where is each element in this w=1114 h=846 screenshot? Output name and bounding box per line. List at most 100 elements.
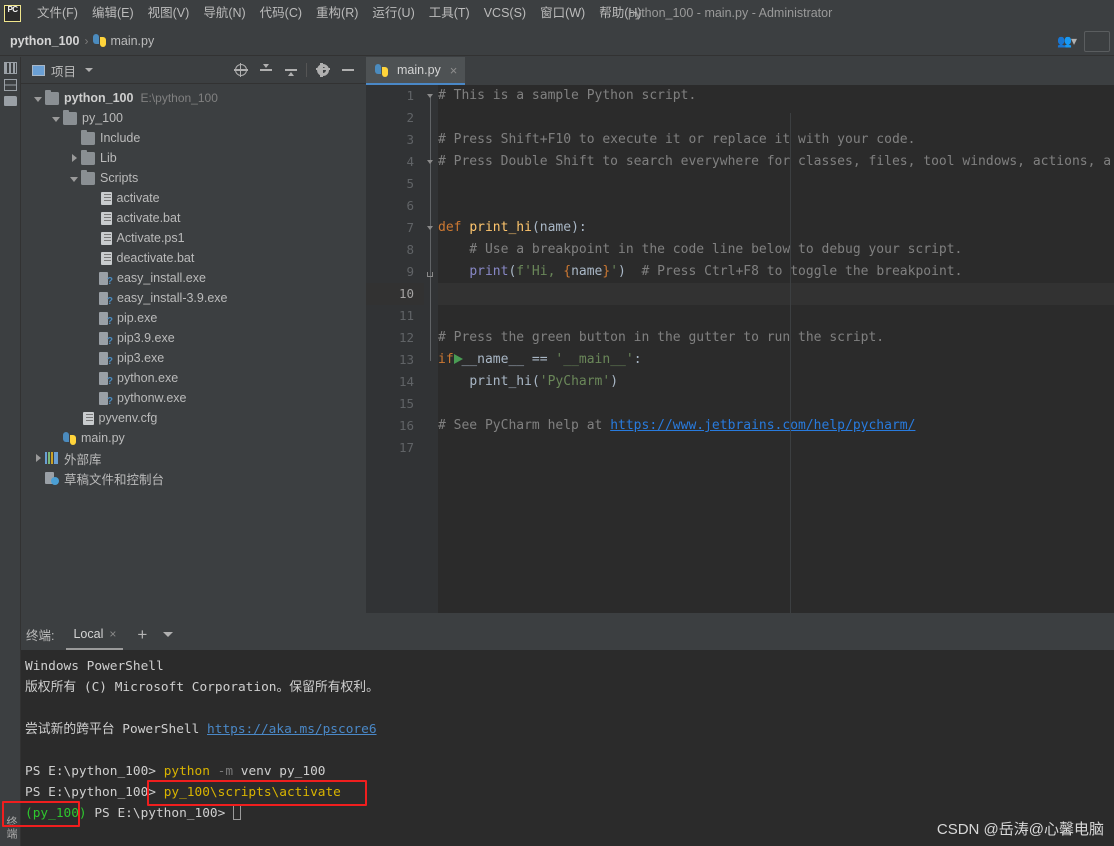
menu-item-8[interactable]: VCS(S) xyxy=(477,0,533,26)
terminal-link[interactable]: https://aka.ms/pscore6 xyxy=(207,722,377,737)
line-number-1[interactable]: 1 xyxy=(366,85,424,107)
collapse-all-button[interactable] xyxy=(253,57,278,84)
line-number-3[interactable]: 3 xyxy=(366,129,424,151)
line-number-15[interactable]: 15 xyxy=(366,393,424,415)
menu-item-6[interactable]: 运行(U) xyxy=(365,0,421,26)
tree-twisty-collapsed[interactable] xyxy=(31,451,45,465)
user-account-icon[interactable]: 👥▾ xyxy=(1057,34,1077,48)
line-number-14[interactable]: 14 xyxy=(366,371,424,393)
menu-item-3[interactable]: 导航(N) xyxy=(196,0,252,26)
expand-icon xyxy=(284,64,297,76)
sidebar-item-favorites[interactable] xyxy=(0,96,21,106)
terminal-output[interactable]: Windows PowerShell 版权所有 (C) Microsoft Cor… xyxy=(21,650,1114,846)
new-terminal-button[interactable]: + xyxy=(137,626,147,643)
tree-twisty-collapsed[interactable] xyxy=(67,151,81,165)
tree-item-pip-exe[interactable]: pip.exe xyxy=(21,308,366,328)
sidebar-item-project[interactable] xyxy=(0,62,21,74)
close-icon[interactable]: × xyxy=(450,63,458,78)
tree-item-pyvenv-cfg[interactable]: pyvenv.cfg xyxy=(21,408,366,428)
settings-button[interactable] xyxy=(310,57,335,84)
terminal-text: Windows PowerShell xyxy=(25,659,164,674)
line-number-10[interactable]: 10 xyxy=(366,283,424,305)
toolbar-divider xyxy=(306,63,307,77)
tree-item-python-exe[interactable]: python.exe xyxy=(21,368,366,388)
code-token: print_hi xyxy=(469,374,532,389)
code-token: __name__ xyxy=(461,352,525,367)
tree-item----[interactable]: 外部库 xyxy=(21,448,366,468)
fold-arrow-line1-icon[interactable] xyxy=(427,94,433,98)
chevron-down-icon[interactable] xyxy=(85,68,94,72)
folder-icon xyxy=(81,129,95,145)
tree-item-activate[interactable]: activate xyxy=(21,188,366,208)
code-line-12: # Press the green button in the gutter t… xyxy=(438,327,1114,349)
menu-item-9[interactable]: 窗口(W) xyxy=(533,0,592,26)
tree-item-deactivate-bat[interactable]: deactivate.bat xyxy=(21,248,366,268)
line-number-7[interactable]: 7 xyxy=(366,217,424,239)
menu-item-0[interactable]: 文件(F) xyxy=(30,0,85,26)
menu-item-1[interactable]: 编辑(E) xyxy=(85,0,141,26)
tree-twisty-expanded[interactable] xyxy=(67,171,81,185)
tree-item-pythonw-exe[interactable]: pythonw.exe xyxy=(21,388,366,408)
tree-item-activate-bat[interactable]: activate.bat xyxy=(21,208,366,228)
tree-item---------[interactable]: 草稿文件和控制台 xyxy=(21,468,366,488)
chevron-down-icon[interactable] xyxy=(163,632,174,637)
tree-item-pip3-9-exe[interactable]: pip3.9.exe xyxy=(21,328,366,348)
tree-item-scripts[interactable]: Scripts xyxy=(21,168,366,188)
sidebar-item-structure[interactable] xyxy=(0,79,21,91)
terminal-line-0: Windows PowerShell xyxy=(25,656,1114,677)
tree-item-easy-install-3-9-exe[interactable]: easy_install-3.9.exe xyxy=(21,288,366,308)
code-line-4: # Press Double Shift to search everywher… xyxy=(438,151,1114,173)
tree-item-py-100[interactable]: py_100 xyxy=(21,108,366,128)
line-number-2[interactable]: 2 xyxy=(366,107,424,129)
terminal-tab-local[interactable]: Local × xyxy=(66,619,124,650)
code-token: == xyxy=(524,352,556,367)
tree-item-python-100[interactable]: python_100 E:\python_100 xyxy=(21,88,366,108)
line-number-12[interactable]: 12 xyxy=(366,327,424,349)
fold-arrow-line4-icon[interactable] xyxy=(427,160,433,164)
terminal-line-1: 版权所有 (C) Microsoft Corporation。保留所有权利。 xyxy=(25,677,1114,698)
menu-item-4[interactable]: 代码(C) xyxy=(253,0,309,26)
line-number-4[interactable]: 4 xyxy=(366,151,424,173)
tree-item-main-py[interactable]: main.py xyxy=(21,428,366,448)
locate-target-button[interactable] xyxy=(228,57,253,84)
editor-tab-bar: main.py × xyxy=(366,57,1114,85)
tree-item-include[interactable]: Include xyxy=(21,128,366,148)
expand-all-button[interactable] xyxy=(278,57,303,84)
tree-item-activate-ps1[interactable]: Activate.ps1 xyxy=(21,228,366,248)
menu-item-7[interactable]: 工具(T) xyxy=(422,0,477,26)
line-number-17[interactable]: 17 xyxy=(366,437,424,459)
code-link[interactable]: https://www.jetbrains.com/help/pycharm/ xyxy=(610,418,915,433)
tree-item-pip3-exe[interactable]: pip3.exe xyxy=(21,348,366,368)
line-number-6[interactable]: 6 xyxy=(366,195,424,217)
fold-arrow-line7-icon[interactable] xyxy=(427,226,433,230)
line-number-9[interactable]: 9 xyxy=(366,261,424,283)
line-number-16[interactable]: 16 xyxy=(366,415,424,437)
code-editor[interactable]: 1 2 3 4 5 6 7 8 9 10 11 12 13 14 15 16 17 # This is a sa… xyxy=(366,85,1114,619)
code-line-13: if __name__ == '__main__': xyxy=(438,349,1114,371)
close-icon[interactable]: × xyxy=(109,627,116,641)
tab-main-py-label: main.py xyxy=(397,63,441,77)
line-number-13[interactable]: 13 xyxy=(366,349,424,371)
code-lines: # This is a sample Python script. # Pres… xyxy=(438,85,1114,619)
sidebar-item-terminal[interactable]: 终端 xyxy=(3,816,18,840)
line-number-5[interactable]: 5 xyxy=(366,173,424,195)
tree-twisty-expanded[interactable] xyxy=(49,111,63,125)
hide-panel-button[interactable] xyxy=(335,57,360,84)
navbar-extra-button[interactable] xyxy=(1084,30,1110,52)
tree-item-label: activate xyxy=(116,191,160,205)
terminal-line-2 xyxy=(25,698,1114,719)
exe-icon xyxy=(99,311,113,327)
menu-item-2[interactable]: 视图(V) xyxy=(141,0,197,26)
tree-item-lib[interactable]: Lib xyxy=(21,148,366,168)
minus-icon xyxy=(341,69,354,71)
line-number-11[interactable]: 11 xyxy=(366,305,424,327)
menu-item-5[interactable]: 重构(R) xyxy=(309,0,365,26)
line-number-8[interactable]: 8 xyxy=(366,239,424,261)
breadcrumb-file[interactable]: main.py xyxy=(93,34,154,48)
tree-twisty-expanded[interactable] xyxy=(31,91,45,105)
tree-item-easy-install-exe[interactable]: easy_install.exe xyxy=(21,268,366,288)
fold-end-line9-icon[interactable] xyxy=(427,272,433,277)
breadcrumb-project[interactable]: python_100 xyxy=(10,34,79,48)
terminal-text: PS E:\python_100> xyxy=(86,806,234,821)
tab-main-py[interactable]: main.py × xyxy=(366,57,466,85)
